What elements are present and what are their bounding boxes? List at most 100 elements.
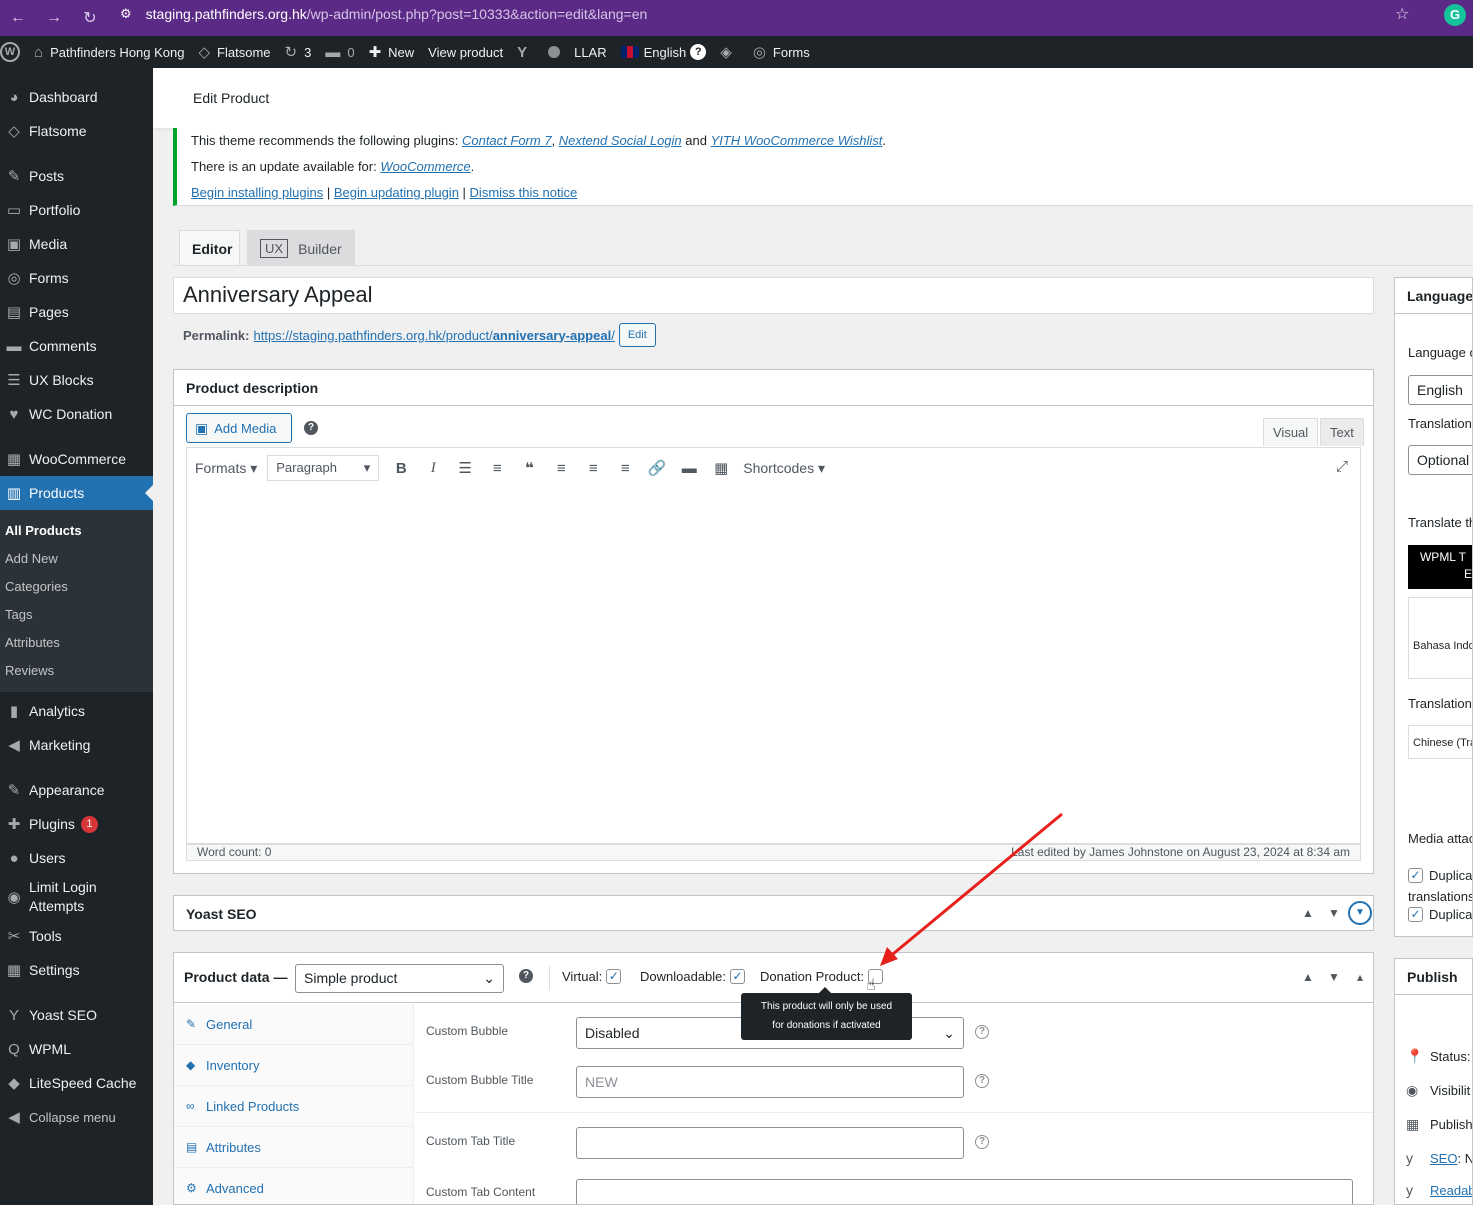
begin-updating-link[interactable]: Begin updating plugin xyxy=(334,185,459,200)
menu-collapse[interactable]: ◀ Collapse menu xyxy=(0,1100,153,1134)
menu-forms[interactable]: ◎ Forms xyxy=(0,261,153,295)
dismiss-notice-link[interactable]: Dismiss this notice xyxy=(470,185,578,200)
toolbar-toggle-icon[interactable]: ▦ xyxy=(705,459,737,477)
shortcodes-dropdown[interactable]: Shortcodes ▾ xyxy=(743,460,825,477)
chevron-down-icon[interactable]: ▼ xyxy=(1321,970,1347,984)
bullet-list-icon[interactable]: ☰ xyxy=(449,459,481,477)
seo-link[interactable]: SEO xyxy=(1430,1151,1457,1166)
language-select[interactable]: English xyxy=(1408,375,1472,405)
help-icon[interactable]: ? xyxy=(975,1074,989,1088)
menu-flatsome[interactable]: ◇ Flatsome xyxy=(0,114,153,148)
tab-text[interactable]: Text xyxy=(1320,418,1364,446)
menu-yoast-seo[interactable]: Y Yoast SEO xyxy=(0,998,153,1032)
align-right-icon[interactable]: ≡ xyxy=(609,460,641,477)
readability-link[interactable]: Readab xyxy=(1430,1183,1472,1198)
adminbar-new[interactable]: ✚ New xyxy=(369,43,415,61)
menu-wc-donation[interactable]: ♥ WC Donation xyxy=(0,397,153,431)
menu-dashboard[interactable]: ◕ Dashboard xyxy=(0,80,153,114)
tab-advanced[interactable]: ⚙ Advanced xyxy=(174,1168,413,1204)
menu-analytics[interactable]: ▮ Analytics xyxy=(0,694,153,728)
chevron-down-icon[interactable]: ▼ xyxy=(1321,906,1347,920)
forward-icon[interactable]: → xyxy=(36,9,72,27)
edit-permalink-button[interactable]: Edit xyxy=(618,323,656,347)
virtual-checkbox[interactable]: ✓ xyxy=(606,969,622,984)
align-center-icon[interactable]: ≡ xyxy=(577,460,609,477)
duplicate-media-checkbox[interactable]: ✓ xyxy=(1408,868,1423,883)
tab-linked-products[interactable]: ∞ Linked Products xyxy=(174,1086,413,1127)
bold-icon[interactable]: B xyxy=(385,460,417,477)
menu-comments[interactable]: ▬ Comments xyxy=(0,329,153,363)
grammarly-extension-icon[interactable]: G xyxy=(1444,4,1466,26)
bahasa-row[interactable]: Bahasa Indon xyxy=(1408,597,1472,679)
link-contact-form-7[interactable]: Contact Form 7 xyxy=(462,133,552,148)
link-icon[interactable]: 🔗 xyxy=(641,459,673,477)
fullscreen-icon[interactable]: ⤢ xyxy=(1336,458,1348,475)
chevron-up-icon[interactable]: ▲ xyxy=(1295,906,1321,920)
paragraph-select[interactable]: Paragraph ▾ xyxy=(267,455,380,481)
link-nextend-social-login[interactable]: Nextend Social Login xyxy=(559,133,682,148)
bookmark-star-icon[interactable]: ☆ xyxy=(1395,4,1409,24)
custom-tab-content-editor[interactable] xyxy=(576,1179,1353,1204)
editor-content-area[interactable] xyxy=(186,488,1361,844)
menu-ux-blocks[interactable]: ☰ UX Blocks xyxy=(0,363,153,397)
permalink-link[interactable]: https://staging.pathfinders.org.hk/produ… xyxy=(253,328,614,343)
wordpress-logo-icon[interactable]: W xyxy=(0,42,20,62)
adminbar-updates[interactable]: ↻ 3 xyxy=(285,43,312,61)
reload-icon[interactable]: ↻ xyxy=(72,8,108,28)
begin-installing-link[interactable]: Begin installing plugins xyxy=(191,185,323,200)
menu-posts[interactable]: ✎ Posts xyxy=(0,159,153,193)
menu-pages[interactable]: ▤ Pages xyxy=(0,295,153,329)
chinese-translation-row[interactable]: Chinese (Trad xyxy=(1408,725,1472,759)
collapse-triangle-icon[interactable]: ▴ xyxy=(1347,970,1373,984)
add-media-button[interactable]: ▣ Add Media xyxy=(186,413,292,443)
read-more-icon[interactable]: ▬ xyxy=(673,460,705,477)
submenu-categories[interactable]: Categories xyxy=(0,572,153,600)
custom-bubble-title-input[interactable]: NEW xyxy=(576,1066,964,1098)
adminbar-llar[interactable]: LLAR xyxy=(574,45,607,60)
duplicate-featured-checkbox[interactable]: ✓ xyxy=(1408,907,1423,922)
menu-tools[interactable]: ✂ Tools xyxy=(0,919,153,953)
help-icon[interactable]: ? xyxy=(975,1135,989,1149)
menu-portfolio[interactable]: ▭ Portfolio xyxy=(0,193,153,227)
product-type-select[interactable]: Simple product ⌄ xyxy=(295,964,504,993)
help-icon[interactable]: ? xyxy=(519,969,533,983)
italic-icon[interactable]: I xyxy=(417,460,449,477)
adminbar-view-product[interactable]: View product xyxy=(428,45,503,60)
tab-attributes[interactable]: ▤ Attributes xyxy=(174,1127,413,1168)
submenu-tags[interactable]: Tags xyxy=(0,600,153,628)
adminbar-forms[interactable]: ◎ Forms xyxy=(753,43,810,61)
help-icon[interactable]: ? xyxy=(975,1025,989,1039)
menu-settings[interactable]: ▦ Settings xyxy=(0,953,153,987)
help-icon[interactable]: ? xyxy=(304,421,318,435)
wpml-translation-editor-button[interactable]: WPML T Ec xyxy=(1408,545,1472,589)
post-title-input[interactable]: Anniversary Appeal xyxy=(173,277,1374,314)
adminbar-wpml[interactable]: ◈ xyxy=(720,43,739,61)
submenu-reviews[interactable]: Reviews xyxy=(0,656,153,684)
menu-litespeed[interactable]: ◆ LiteSpeed Cache xyxy=(0,1066,153,1100)
menu-wpml[interactable]: Q WPML xyxy=(0,1032,153,1066)
menu-limit-login[interactable]: ◉ Limit Login Attempts xyxy=(0,875,153,919)
back-icon[interactable]: ← xyxy=(0,9,36,27)
tab-editor[interactable]: Editor xyxy=(179,230,240,266)
tab-general[interactable]: ✎ General xyxy=(174,1004,413,1045)
yoast-seo-box[interactable]: Yoast SEO ▲ ▼ ▼ xyxy=(173,895,1374,931)
align-left-icon[interactable]: ≡ xyxy=(545,460,577,477)
translation-select[interactable]: Optional xyxy=(1408,445,1472,475)
chevron-up-icon[interactable]: ▲ xyxy=(1295,970,1321,984)
adminbar-flatsome[interactable]: ◇ Flatsome xyxy=(199,43,271,61)
formats-dropdown[interactable]: Formats ▾ xyxy=(195,460,257,477)
site-info-icon[interactable]: ⚙ xyxy=(120,6,132,22)
custom-tab-title-input[interactable] xyxy=(576,1127,964,1159)
menu-woocommerce[interactable]: ▦ WooCommerce xyxy=(0,442,153,476)
menu-media[interactable]: ▣ Media xyxy=(0,227,153,261)
tab-inventory[interactable]: ◆ Inventory xyxy=(174,1045,413,1086)
adminbar-comments[interactable]: ▬ 0 xyxy=(325,44,354,61)
link-woocommerce[interactable]: WooCommerce xyxy=(380,159,470,174)
submenu-add-new[interactable]: Add New xyxy=(0,544,153,572)
adminbar-language[interactable]: English? xyxy=(620,44,707,60)
menu-users[interactable]: ● Users xyxy=(0,841,153,875)
blockquote-icon[interactable]: ❝ xyxy=(513,459,545,477)
tab-visual[interactable]: Visual xyxy=(1263,418,1319,446)
adminbar-yoast[interactable]: Y xyxy=(517,44,534,61)
submenu-attributes[interactable]: Attributes xyxy=(0,628,153,656)
